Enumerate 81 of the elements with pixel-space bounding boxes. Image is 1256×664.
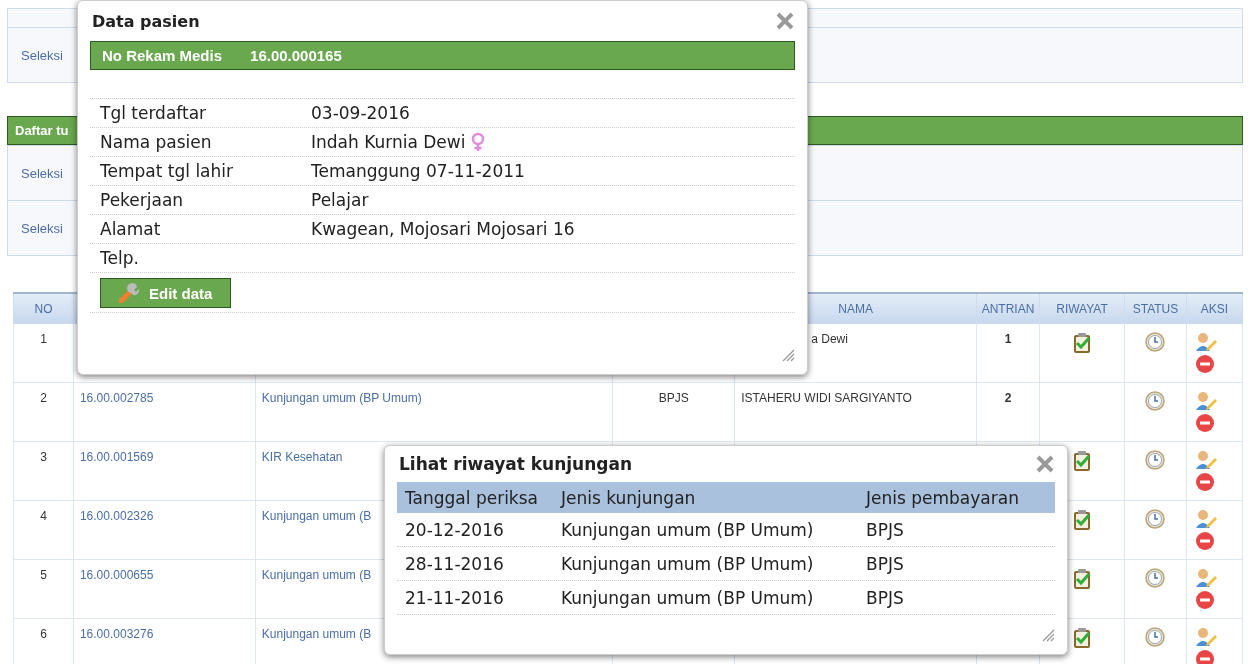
delete-icon[interactable] [1194, 649, 1215, 664]
column-header: STATUS [1124, 293, 1187, 324]
record-link[interactable]: 16.00.002326 [79, 509, 154, 523]
table-cell: 1 [13, 323, 74, 383]
delete-icon[interactable] [1194, 590, 1215, 610]
clipboard-check-icon[interactable] [1072, 332, 1092, 354]
table-cell: a Dewi [811, 332, 848, 346]
table-cell: 1 [1004, 332, 1012, 346]
table-cell: BPJS [866, 587, 904, 608]
filter-label: Seleksi [21, 165, 63, 181]
record-number: 16.00.000165 [250, 47, 342, 64]
table-cell: 3 [13, 441, 74, 501]
record-link[interactable]: 16.00.002785 [79, 391, 154, 405]
dialog-title: Data pasien [91, 11, 200, 31]
table-cell: BPJS [866, 553, 904, 574]
field-value: Pelajar [311, 190, 369, 210]
table-cell-text: 28-11-2016 [404, 553, 505, 574]
record-link[interactable]: 16.00.000655 [79, 568, 154, 582]
table-cell: 5 [13, 559, 74, 619]
visit-type-link[interactable]: Kunjungan umum (B [261, 627, 372, 641]
filter-label: Seleksi [21, 220, 63, 236]
wrench-icon [119, 283, 141, 303]
column-header: ANTRIAN [976, 293, 1040, 324]
table-cell: BPJS [658, 391, 689, 405]
column-header: RIWAYAT [1039, 293, 1125, 324]
field-label: Tempat tgl lahir [100, 161, 234, 181]
clock-icon[interactable] [1145, 568, 1166, 588]
column-header: AKSI [1186, 293, 1243, 324]
clock-icon[interactable] [1145, 332, 1166, 352]
clock-icon[interactable] [1145, 450, 1166, 470]
user-edit-icon[interactable] [1194, 391, 1217, 411]
delete-icon[interactable] [1194, 413, 1215, 433]
filter-label: Seleksi [21, 47, 63, 63]
column-header: Tanggal periksa [404, 487, 539, 508]
table-cell: 2 [13, 382, 74, 442]
resize-grip-icon[interactable] [1041, 628, 1055, 642]
dialog-title: Lihat riwayat kunjungan [398, 454, 633, 474]
field-label: Alamat [100, 219, 162, 239]
edit-button[interactable]: Edit data [100, 278, 232, 308]
clipboard-check-icon[interactable] [1072, 450, 1092, 472]
clock-icon[interactable] [1145, 509, 1166, 529]
table-cell-text: Kunjungan umum (BP Umum) [561, 519, 815, 540]
table-cell: 6 [13, 618, 74, 664]
clipboard-check-icon[interactable] [1072, 509, 1092, 531]
close-icon[interactable] [1035, 454, 1055, 474]
table-cell: 2 [1004, 391, 1012, 405]
table-cell-text: Kunjungan umum (BP Umum) [561, 553, 815, 574]
clipboard-check-icon[interactable] [1072, 627, 1092, 649]
column-header: Jenis kunjungan [561, 487, 697, 508]
column-header: NO [13, 293, 74, 324]
visit-type-link[interactable]: Kunjungan umum (B [261, 568, 372, 582]
user-edit-icon[interactable] [1194, 450, 1217, 470]
field-value: Temanggung 07-11-2011 [311, 161, 525, 181]
table-cell-text: 21-11-2016 [404, 587, 505, 608]
record-link[interactable]: 16.00.003276 [79, 627, 154, 641]
table-cell-text: Kunjungan umum (BP Umum) [561, 587, 815, 608]
delete-icon[interactable] [1194, 472, 1215, 492]
user-edit-icon[interactable] [1194, 509, 1217, 529]
delete-icon[interactable] [1194, 354, 1215, 374]
record-link[interactable]: 16.00.001569 [79, 450, 154, 464]
resize-grip-icon[interactable] [781, 348, 795, 362]
table-cell-text: 20-12-2016 [404, 519, 505, 540]
table-cell: 4 [13, 500, 74, 560]
clock-icon[interactable] [1145, 627, 1166, 647]
delete-icon[interactable] [1194, 531, 1215, 551]
user-edit-icon[interactable] [1194, 568, 1217, 588]
user-edit-icon[interactable] [1194, 627, 1217, 647]
field-value: Kwagean, Mojosari Mojosari 16 [311, 219, 575, 239]
record-label: No Rekam Medis [102, 47, 223, 64]
visit-type-link[interactable]: Kunjungan umum (B [261, 509, 372, 523]
visit-type-link[interactable]: KIR Kesehatan [261, 450, 343, 464]
table-cell: ISTAHERU WIDI SARGIYANTO [741, 391, 912, 405]
clock-icon[interactable] [1145, 391, 1166, 411]
table-cell: BPJS [866, 519, 904, 540]
field-label: Telp. [100, 248, 140, 268]
user-edit-icon[interactable] [1194, 332, 1217, 352]
close-icon[interactable] [775, 11, 795, 31]
column-header: Jenis pembayaran [866, 487, 1019, 508]
clipboard-check-icon[interactable] [1072, 568, 1092, 590]
field-label: Pekerjaan [100, 190, 185, 210]
visit-type-link[interactable]: Kunjungan umum (BP Umum) [261, 391, 422, 405]
